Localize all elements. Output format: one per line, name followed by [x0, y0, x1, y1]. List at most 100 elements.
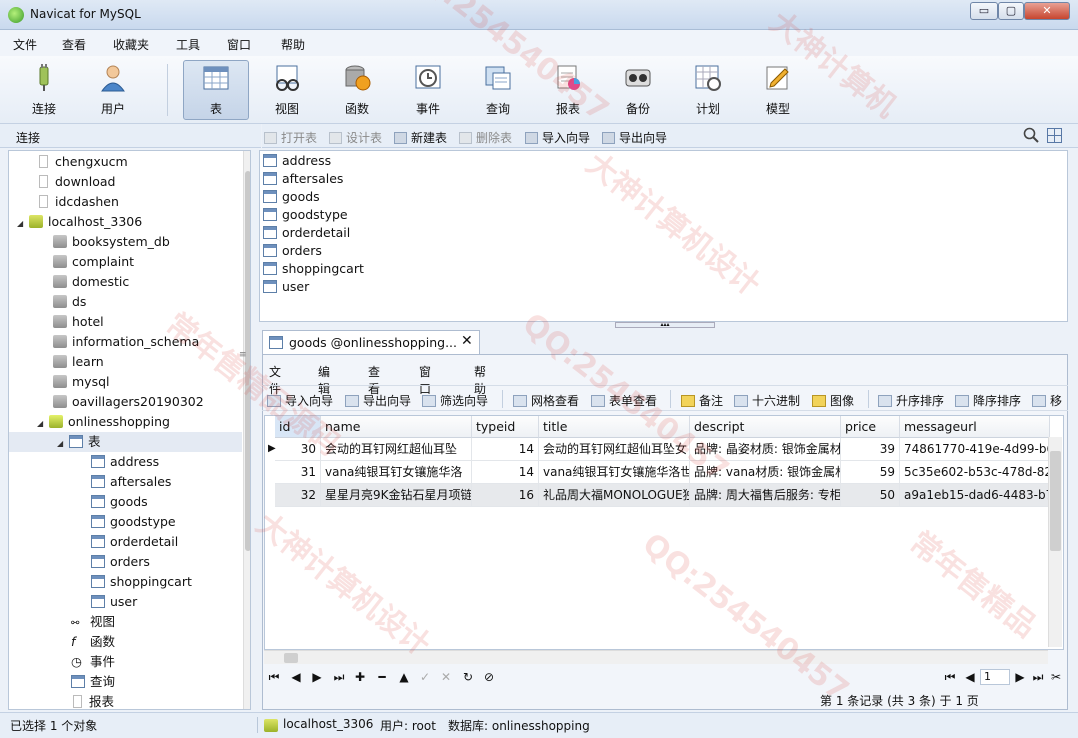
column-header-typeid[interactable]: typeid — [472, 416, 539, 438]
tree-item-host[interactable]: ◢ localhost_3306 — [17, 212, 142, 232]
cell-title[interactable]: vana纯银耳钉女镶施华洛世 — [539, 461, 690, 484]
tree-item-table[interactable]: aftersales — [91, 472, 171, 492]
import-wizard-button[interactable]: 导入向导 — [267, 392, 333, 409]
tree-item-table[interactable]: goodstype — [91, 512, 176, 532]
tree-item-connection[interactable]: download — [37, 172, 115, 192]
cell-id[interactable]: 32 — [275, 484, 321, 507]
tree-item-events-node[interactable]: ◷ 事件 — [71, 652, 115, 672]
maximize-button[interactable]: ▢ — [998, 2, 1024, 20]
export-wizard-button[interactable]: 导出向导 — [345, 392, 411, 409]
stop-icon[interactable]: ⊘ — [481, 670, 497, 684]
expand-arrow-icon[interactable]: ◢ — [37, 414, 49, 434]
form-view-button[interactable]: 表单查看 — [591, 392, 657, 409]
tree-item-database[interactable]: ds — [53, 292, 86, 312]
tree-item-connection[interactable]: idcdashen — [37, 192, 119, 212]
cell-descript[interactable]: 品牌: 晶姿材质: 银饰金属材 — [690, 438, 841, 461]
expand-arrow-icon[interactable]: ◢ — [57, 434, 69, 454]
cell-messageurl[interactable]: 5c35e602-b53c-478d-82 — [900, 461, 1050, 484]
design-table-button[interactable]: 设计表 — [329, 129, 382, 146]
object-list-item[interactable]: shoppingcart — [263, 260, 364, 278]
last-record-icon[interactable]: ⏭ — [331, 670, 347, 685]
user-button[interactable]: 用户 — [80, 60, 146, 120]
page-number-input[interactable]: 1 — [980, 669, 1010, 685]
sort-ascending-button[interactable]: 升序排序 — [878, 392, 944, 409]
tree-item-tables-node[interactable]: ◢ 表 — [9, 432, 242, 452]
close-window-button[interactable]: ✕ — [1024, 2, 1070, 20]
tree-item-table[interactable]: shoppingcart — [91, 572, 192, 592]
apply-icon[interactable]: ✓ — [417, 670, 433, 684]
tree-item-database[interactable]: mysql — [53, 372, 110, 392]
horizontal-splitter[interactable]: ▴▴▴ — [615, 322, 715, 328]
tree-item-table[interactable]: goods — [91, 492, 148, 512]
minimize-button[interactable]: ▭ — [970, 2, 998, 20]
view-button[interactable]: 视图 — [254, 60, 320, 120]
tree-item-queries-node[interactable]: 查询 — [71, 672, 115, 692]
cell-id[interactable]: 30 — [275, 438, 321, 461]
hex-button[interactable]: 十六进制 — [734, 392, 800, 409]
cell-name[interactable]: 会动的耳钉网红超仙耳坠 — [321, 438, 472, 461]
tree-item-database[interactable]: hotel — [53, 312, 104, 332]
column-header-id[interactable]: id — [275, 416, 321, 438]
query-button[interactable]: 查询 — [465, 60, 531, 120]
cell-descript[interactable]: 品牌: vana材质: 银饰金属材 — [690, 461, 841, 484]
tree-item-database[interactable]: complaint — [53, 252, 134, 272]
object-list-item[interactable]: goods — [263, 188, 320, 206]
tree-item-table[interactable]: orderdetail — [91, 532, 178, 552]
open-table-button[interactable]: 打开表 — [264, 129, 317, 146]
tree-item-table[interactable]: address — [91, 452, 159, 472]
tree-item-views-node[interactable]: ⚯ 视图 — [71, 612, 115, 632]
add-record-icon[interactable]: ✚ — [352, 670, 368, 684]
cancel-icon[interactable]: ✕ — [438, 670, 454, 684]
grid-horizontal-scrollbar[interactable] — [264, 650, 1048, 664]
tree-item-database[interactable]: domestic — [53, 272, 129, 292]
menu-file[interactable]: 文件 — [13, 36, 37, 53]
memo-button[interactable]: 备注 — [681, 392, 723, 409]
column-header-title[interactable]: title — [539, 416, 690, 438]
sort-descending-button[interactable]: 降序排序 — [955, 392, 1021, 409]
cell-title[interactable]: 礼品周大福MONOLOGUE独 — [539, 484, 690, 507]
tree-scrollbar[interactable] — [243, 151, 250, 709]
event-button[interactable]: 事件 — [395, 60, 461, 120]
delete-record-icon[interactable]: ━ — [374, 670, 390, 684]
previous-page-icon[interactable]: ◀ — [962, 670, 978, 684]
tree-item-functions-node[interactable]: f 函数 — [71, 632, 115, 652]
tree-item-database[interactable]: learn — [53, 352, 104, 372]
object-list-item[interactable]: goodstype — [263, 206, 348, 224]
tree-item-database[interactable]: oavillagers20190302 — [53, 392, 204, 412]
grid-view-button[interactable]: 网格查看 — [513, 392, 579, 409]
tab-goods[interactable]: goods @onlinesshopping... ✕ — [262, 330, 480, 354]
cell-messageurl[interactable]: 74861770-419e-4d99-b6 — [900, 438, 1050, 461]
image-button[interactable]: 图像 — [812, 392, 854, 409]
cell-descript[interactable]: 品牌: 周大福售后服务: 专柜 — [690, 484, 841, 507]
first-page-icon[interactable]: ⏮ — [942, 670, 958, 685]
cell-typeid[interactable]: 14 — [472, 438, 539, 461]
tree-scrollbar-thumb[interactable] — [245, 171, 250, 551]
next-page-icon[interactable]: ▶ — [1012, 670, 1028, 684]
delete-table-button[interactable]: 删除表 — [459, 129, 512, 146]
settings-tools-icon[interactable]: ✂ — [1048, 670, 1064, 684]
object-list-item[interactable]: user — [263, 278, 309, 296]
tree-item-reports-node[interactable]: 报表 — [71, 692, 114, 709]
grid-vertical-thumb[interactable] — [1050, 451, 1061, 551]
cell-title[interactable]: 会动的耳钉网红超仙耳坠女 — [539, 438, 690, 461]
cell-typeid[interactable]: 14 — [472, 461, 539, 484]
cell-price[interactable]: 50 — [841, 484, 900, 507]
menu-favorites[interactable]: 收藏夹 — [113, 36, 149, 53]
tree-item-table[interactable]: orders — [91, 552, 150, 572]
tree-item-table[interactable]: user — [91, 592, 137, 612]
function-button[interactable]: 函数 — [324, 60, 390, 120]
cell-price[interactable]: 39 — [841, 438, 900, 461]
column-header-messageurl[interactable]: messageurl — [900, 416, 1050, 438]
menu-help[interactable]: 帮助 — [281, 36, 305, 53]
refresh-icon[interactable]: ↻ — [460, 670, 476, 684]
last-page-icon[interactable]: ⏭ — [1030, 670, 1046, 685]
next-record-icon[interactable]: ▶ — [309, 670, 325, 684]
splitter-grip[interactable]: ≡ — [239, 350, 247, 360]
export-wizard-button[interactable]: 导出向导 — [602, 129, 667, 146]
previous-record-icon[interactable]: ◀ — [288, 670, 304, 684]
close-tab-icon[interactable]: ✕ — [461, 333, 473, 349]
import-wizard-button[interactable]: 导入向导 — [525, 129, 590, 146]
expand-arrow-icon[interactable]: ◢ — [17, 214, 29, 234]
new-table-button[interactable]: 新建表 — [394, 129, 447, 146]
search-icon[interactable] — [1023, 127, 1039, 143]
